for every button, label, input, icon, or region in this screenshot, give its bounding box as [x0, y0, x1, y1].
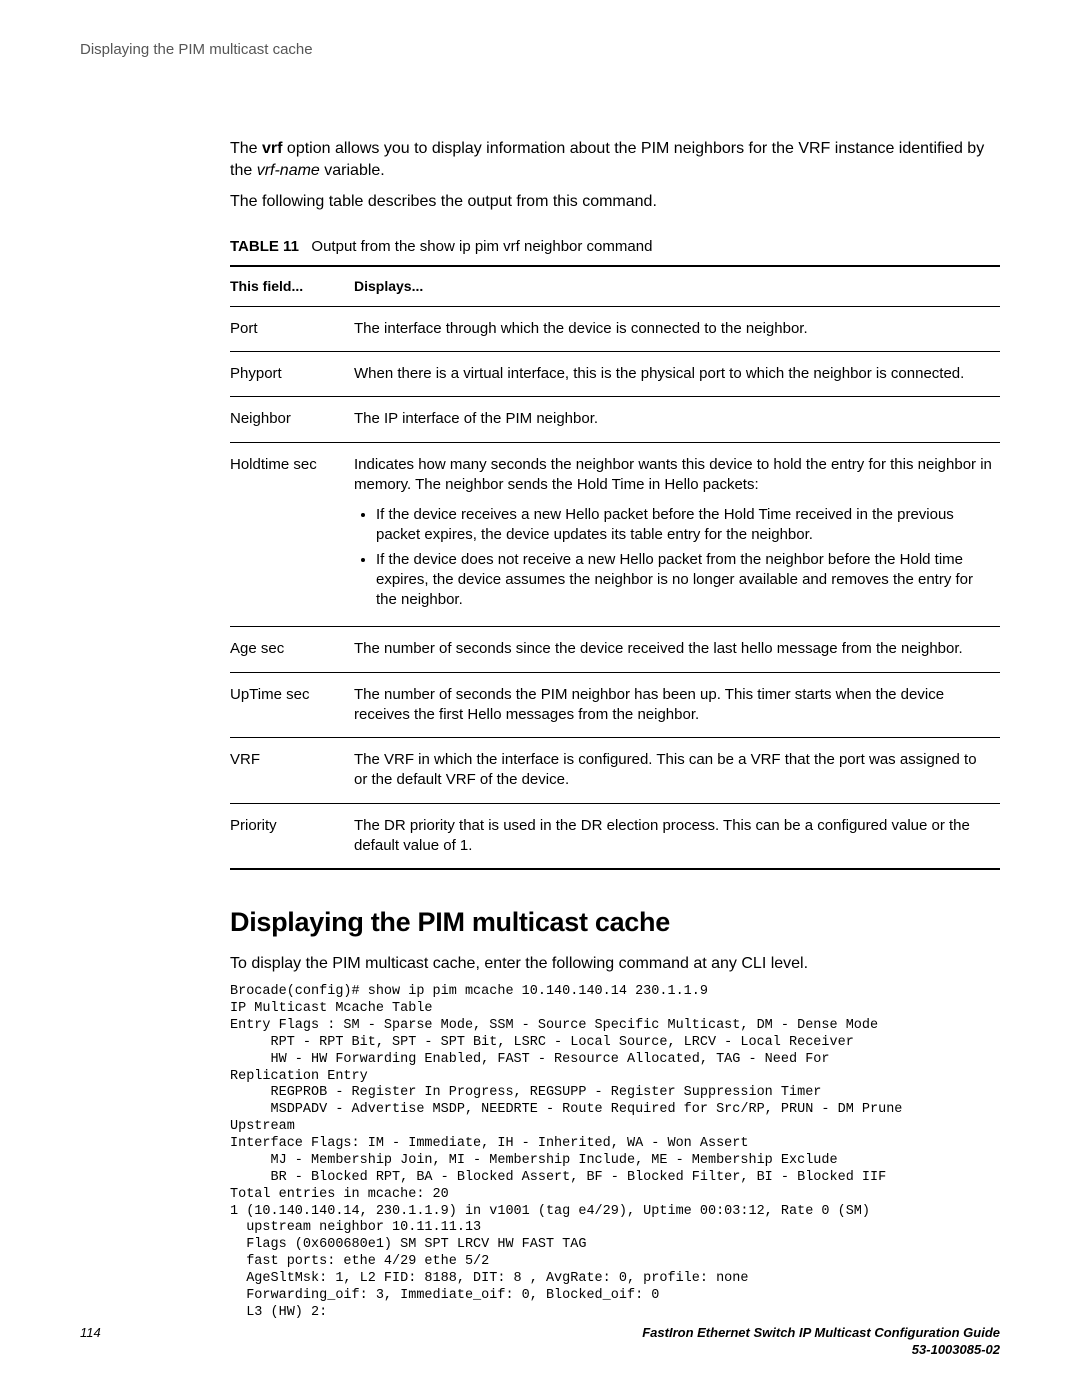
table-header-row: This field... Displays...: [230, 266, 1000, 306]
table-row: Neighbor The IP interface of the PIM nei…: [230, 397, 1000, 442]
col-field: This field...: [230, 266, 354, 306]
col-displays: Displays...: [354, 266, 1000, 306]
page: Displaying the PIM multicast cache The v…: [0, 0, 1080, 1397]
intro-para-1: The vrf option allows you to display inf…: [230, 138, 1000, 181]
table-row: Phyport When there is a virtual interfac…: [230, 352, 1000, 397]
footer: 114 FastIron Ethernet Switch IP Multicas…: [80, 1324, 1000, 1359]
field-desc: The number of seconds the PIM neighbor h…: [354, 672, 1000, 738]
field-desc: The IP interface of the PIM neighbor.: [354, 397, 1000, 442]
cli-output: Brocade(config)# show ip pim mcache 10.1…: [230, 984, 1000, 1322]
table-row: Age sec The number of seconds since the …: [230, 627, 1000, 672]
list-item: If the device receives a new Hello packe…: [376, 505, 994, 546]
field-desc: Indicates how many seconds the neighbor …: [354, 442, 1000, 627]
field-name: UpTime sec: [230, 672, 354, 738]
table-row: UpTime sec The number of seconds the PIM…: [230, 672, 1000, 738]
text: variable.: [320, 162, 385, 179]
text: The: [230, 140, 262, 157]
vrf-name-var: vrf-name: [257, 162, 320, 179]
output-fields-table: This field... Displays... Port The inter…: [230, 265, 1000, 870]
page-number: 114: [80, 1324, 101, 1342]
table-row: Priority The DR priority that is used in…: [230, 803, 1000, 869]
field-name: Priority: [230, 803, 354, 869]
vrf-keyword: vrf: [262, 140, 282, 157]
doc-partnum: 53-1003085-02: [642, 1341, 1000, 1359]
holdtime-bullets: If the device receives a new Hello packe…: [354, 505, 994, 610]
table-row: Holdtime sec Indicates how many seconds …: [230, 442, 1000, 627]
section-intro: To display the PIM multicast cache, ente…: [230, 953, 1000, 975]
table-caption-text: Output from the show ip pim vrf neighbor…: [311, 238, 652, 255]
field-desc: When there is a virtual interface, this …: [354, 352, 1000, 397]
field-name: Age sec: [230, 627, 354, 672]
list-item: If the device does not receive a new Hel…: [376, 550, 994, 611]
field-name: VRF: [230, 738, 354, 804]
field-name: Holdtime sec: [230, 442, 354, 627]
field-desc: The number of seconds since the device r…: [354, 627, 1000, 672]
running-header: Displaying the PIM multicast cache: [80, 40, 313, 60]
field-name: Port: [230, 306, 354, 351]
field-desc: The interface through which the device i…: [354, 306, 1000, 351]
table-label: TABLE 11: [230, 238, 299, 255]
section-heading: Displaying the PIM multicast cache: [230, 904, 1000, 940]
field-desc: The VRF in which the interface is config…: [354, 738, 1000, 804]
intro-para-2: The following table describes the output…: [230, 191, 1000, 213]
field-name: Phyport: [230, 352, 354, 397]
content: The vrf option allows you to display inf…: [230, 138, 1000, 1322]
doc-info: FastIron Ethernet Switch IP Multicast Co…: [642, 1324, 1000, 1359]
table-row: Port The interface through which the dev…: [230, 306, 1000, 351]
table-caption: TABLE 11 Output from the show ip pim vrf…: [230, 237, 1000, 257]
table-row: VRF The VRF in which the interface is co…: [230, 738, 1000, 804]
field-name: Neighbor: [230, 397, 354, 442]
field-desc: The DR priority that is used in the DR e…: [354, 803, 1000, 869]
doc-title: FastIron Ethernet Switch IP Multicast Co…: [642, 1325, 1000, 1340]
text: Indicates how many seconds the neighbor …: [354, 456, 992, 493]
